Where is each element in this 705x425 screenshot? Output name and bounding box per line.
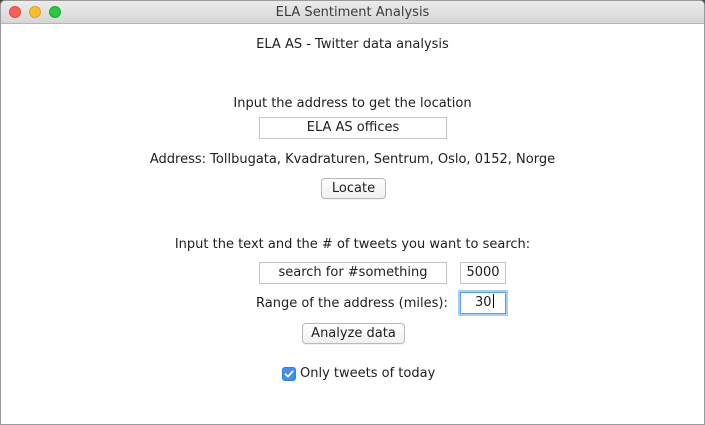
- address-result: Address: Tollbugata, Kvadraturen, Sentru…: [149, 152, 556, 167]
- main-panel: ELA AS - Twitter data analysis Input the…: [1, 24, 704, 424]
- window-title: ELA Sentiment Analysis: [275, 5, 430, 20]
- range-input[interactable]: 30: [460, 292, 506, 314]
- today-checkbox-label[interactable]: Only tweets of today: [300, 366, 435, 381]
- address-input[interactable]: ELA AS offices: [259, 117, 447, 139]
- search-prompt: Input the text and the # of tweets you w…: [174, 237, 531, 252]
- address-prompt: Input the address to get the location: [233, 96, 472, 111]
- title-bar[interactable]: ELA Sentiment Analysis: [1, 1, 704, 24]
- text-caret: [492, 294, 494, 308]
- checkmark-icon: [284, 370, 294, 378]
- today-checkbox[interactable]: [282, 367, 296, 381]
- search-input[interactable]: search for #something: [259, 262, 447, 284]
- locate-button[interactable]: Locate: [321, 178, 386, 199]
- range-input-value: 30: [475, 295, 492, 310]
- range-label: Range of the address (miles):: [256, 296, 448, 311]
- analyze-data-button[interactable]: Analyze data: [302, 323, 405, 344]
- app-window: ELA Sentiment Analysis ELA AS - Twitter …: [0, 0, 705, 425]
- tweet-count-input[interactable]: 5000: [460, 262, 506, 284]
- page-title: ELA AS - Twitter data analysis: [256, 37, 449, 52]
